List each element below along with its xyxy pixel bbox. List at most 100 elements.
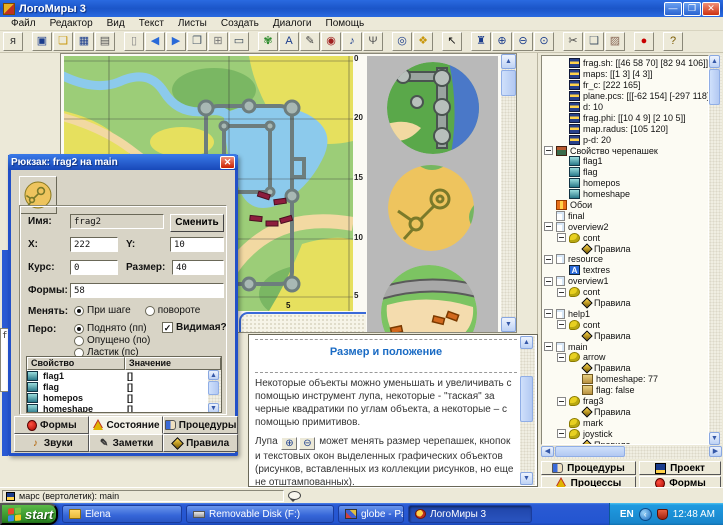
- collapse-icon[interactable]: [544, 277, 553, 286]
- collapse-icon[interactable]: [557, 429, 566, 438]
- tree-item[interactable]: resource: [542, 254, 708, 265]
- radio-option[interactable]: Опущено (по): [74, 335, 150, 346]
- scroll-down-button[interactable]: ▼: [709, 432, 720, 445]
- tree-item[interactable]: joystick: [542, 428, 708, 439]
- restore-button[interactable]: ❐: [683, 2, 701, 16]
- tree-item[interactable]: Правила: [542, 407, 708, 418]
- panel-tab[interactable]: Процедуры: [541, 461, 636, 475]
- dialog-titlebar[interactable]: Рюкзак: frag2 на main ✕: [8, 154, 238, 170]
- tree-item[interactable]: Правила: [542, 243, 708, 254]
- collapse-icon[interactable]: [544, 255, 553, 264]
- tree-item[interactable]: cont: [542, 232, 708, 243]
- backpack-dialog[interactable]: Рюкзак: frag2 на main ✕ Имя: frag2 Смени…: [8, 155, 238, 456]
- dialog-tab[interactable]: Процедуры: [163, 416, 238, 434]
- media[interactable]: ◎: [392, 32, 412, 51]
- language-bar-icon[interactable]: ‹: [639, 508, 652, 521]
- drawing-tools[interactable]: ✎: [300, 32, 320, 51]
- taskbar-task[interactable]: Elena: [62, 505, 182, 523]
- tree-item[interactable]: flag: [542, 167, 708, 178]
- tree-item[interactable]: cont: [542, 287, 708, 298]
- stamps[interactable]: ❖: [413, 32, 433, 51]
- panel-tab[interactable]: Проект: [639, 461, 721, 475]
- table-row[interactable]: flag []: [27, 381, 221, 392]
- taskbar-task[interactable]: Removable Disk (F:): [186, 505, 334, 523]
- scroll-left-button[interactable]: ◀: [541, 446, 554, 457]
- table-row[interactable]: homeshape []: [27, 403, 221, 413]
- tree-item[interactable]: Правила: [542, 330, 708, 341]
- tree-vertical-scrollbar[interactable]: ▲ ▼: [709, 55, 722, 445]
- tree-item[interactable]: homepos: [542, 178, 708, 189]
- collapse-icon[interactable]: [544, 342, 553, 351]
- project[interactable]: ▣: [32, 32, 52, 51]
- minimize-button[interactable]: —: [664, 2, 682, 16]
- zoom-out[interactable]: ⊖: [513, 32, 533, 51]
- tree-item[interactable]: frag.phi: [[10 4 9] [2 10 5]]: [542, 112, 708, 123]
- tree-item[interactable]: cont: [542, 319, 708, 330]
- new-turtle[interactable]: ✾: [258, 32, 278, 51]
- grid[interactable]: ⊞: [208, 32, 228, 51]
- language-indicator[interactable]: EN: [620, 509, 634, 520]
- save[interactable]: ▦: [74, 32, 94, 51]
- table-row[interactable]: flag1 []: [27, 370, 221, 381]
- scroll-thumb[interactable]: [208, 381, 219, 395]
- collapse-icon[interactable]: [557, 288, 566, 297]
- radio-option[interactable]: Поднято (пп): [74, 323, 150, 334]
- cut[interactable]: ✂: [563, 32, 583, 51]
- copy[interactable]: ❑: [584, 32, 604, 51]
- scroll-thumb[interactable]: [555, 446, 625, 457]
- next-page[interactable]: ▶: [166, 32, 186, 51]
- tree-item[interactable]: map.radus: [105 120]: [542, 123, 708, 134]
- open[interactable]: ❏: [53, 32, 73, 51]
- print[interactable]: ▤: [95, 32, 115, 51]
- visible-checkbox[interactable]: ✓ Видимая?: [162, 322, 227, 333]
- tree-item[interactable]: frag.sh: [[46 58 70] [82 94 106]]: [542, 58, 708, 69]
- vignette-caravan[interactable]: [381, 265, 477, 332]
- menu-item[interactable]: Вид: [100, 18, 132, 29]
- dialog-tab[interactable]: Правила: [163, 434, 238, 452]
- scroll-thumb[interactable]: [709, 69, 720, 105]
- scroll-up-button[interactable]: ▲: [208, 370, 219, 380]
- dialog-tab[interactable]: Звуки: [14, 434, 89, 452]
- tree-item[interactable]: main: [542, 341, 708, 352]
- menu-item[interactable]: Файл: [4, 18, 43, 29]
- table-row[interactable]: homepos []: [27, 392, 221, 403]
- scroll-down-button[interactable]: ▼: [208, 403, 219, 413]
- canvas-vertical-scrollbar[interactable]: ▲ ▼: [501, 54, 517, 332]
- speech-bubble-icon[interactable]: [288, 491, 301, 500]
- tree-item[interactable]: Правила: [542, 439, 708, 445]
- help-text-panel[interactable]: Размер и положение Некоторые объекты мож…: [248, 334, 538, 487]
- text-window[interactable]: ▭: [229, 32, 249, 51]
- collapse-icon[interactable]: [544, 222, 553, 231]
- x-field[interactable]: 222: [70, 237, 118, 252]
- start-button[interactable]: start: [0, 503, 58, 525]
- tree-item[interactable]: homeshape: [542, 189, 708, 200]
- tree-item[interactable]: d: 10: [542, 102, 708, 113]
- scroll-thumb[interactable]: [520, 376, 533, 422]
- course-field[interactable]: 0: [70, 260, 118, 275]
- window-titlebar[interactable]: ЛогоМиры 3 —❐✕: [0, 0, 723, 17]
- pointer[interactable]: ↖: [442, 32, 462, 51]
- clock[interactable]: 12:48 AM: [673, 509, 715, 520]
- tree-item[interactable]: mark: [542, 417, 708, 428]
- dialog-tab[interactable]: Заметки: [89, 434, 164, 452]
- shape-field[interactable]: 58: [70, 283, 224, 298]
- column-header[interactable]: Свойство: [27, 357, 125, 370]
- stop-all[interactable]: ●: [634, 32, 654, 51]
- dialog-tab[interactable]: Формы: [14, 416, 89, 434]
- collapse-icon[interactable]: [557, 320, 566, 329]
- tree-item[interactable]: homeshape: 77: [542, 374, 708, 385]
- column-header[interactable]: Значение: [125, 357, 221, 370]
- tree-item[interactable]: plane.pcs: [[[-62 154] [-297 118] [-1: [542, 91, 708, 102]
- dialog-close-button[interactable]: ✕: [220, 156, 235, 169]
- tree-item[interactable]: overview2: [542, 221, 708, 232]
- change-name-button[interactable]: Сменить: [170, 214, 224, 232]
- help[interactable]: ?: [663, 32, 683, 51]
- tree-item[interactable]: frag3: [542, 396, 708, 407]
- tree-horizontal-scrollbar[interactable]: ◀ ▶: [541, 446, 722, 459]
- eye[interactable]: ⊙: [534, 32, 554, 51]
- tree-item[interactable]: Правила: [542, 298, 708, 309]
- taskbar-task[interactable]: ЛогоМиры 3: [408, 505, 532, 523]
- vignette-helicopter[interactable]: [388, 165, 474, 251]
- radio-option[interactable]: повороте: [145, 305, 201, 316]
- tree-item[interactable]: p-d: 20: [542, 134, 708, 145]
